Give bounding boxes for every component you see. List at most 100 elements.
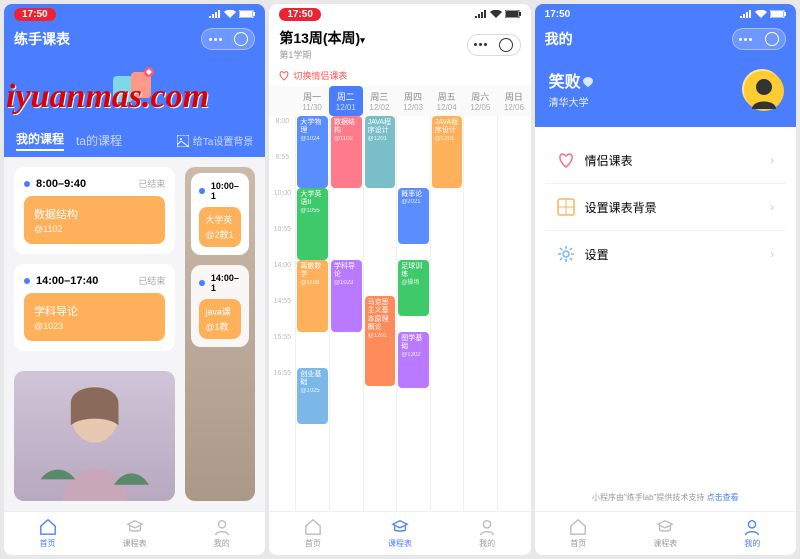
course-block[interactable]: 大学物理@1024 — [297, 116, 328, 188]
set-bg-button[interactable]: 给Ta设置背景 — [177, 133, 254, 148]
day-column — [497, 116, 531, 511]
status-bar: 17:50 — [535, 4, 796, 24]
course-block[interactable]: JAVA程序设计@1201 — [432, 116, 463, 188]
heart-icon — [557, 151, 575, 169]
day-header[interactable]: 周六12/05 — [463, 86, 497, 116]
footer-credit: 小程序由"练手lab"提供技术支持 点击查看 — [535, 484, 796, 511]
semester-label: 第1学期 — [279, 48, 460, 61]
day-column — [463, 116, 497, 511]
nav-item-2[interactable]: 我的 — [178, 512, 265, 555]
nav-item-0[interactable]: 首页 — [4, 512, 91, 555]
nav-item-2[interactable]: 我的 — [444, 512, 531, 555]
status-bar: 17:50 — [269, 4, 530, 24]
day-header[interactable]: 周三12/02 — [363, 86, 397, 116]
battery-icon — [239, 10, 255, 18]
chevron-right-icon: › — [770, 200, 774, 214]
status-icons — [475, 10, 521, 18]
status-bar: 17:50 — [4, 4, 265, 24]
status-time: 17:50 — [14, 8, 56, 21]
course-block[interactable]: 足球训练@操场 — [398, 260, 429, 316]
course-tabs: 我的课程 ta的课程 给Ta设置背景 — [4, 124, 265, 157]
profile-hero: 笑败 清华大学 — [535, 54, 796, 127]
nav-item-1[interactable]: 课程表 — [91, 512, 178, 555]
university-label: 清华大学 — [549, 94, 594, 109]
tab-my-courses[interactable]: 我的课程 — [16, 130, 64, 151]
day-header[interactable]: 周日12/06 — [497, 86, 531, 116]
wifi-icon — [490, 10, 502, 18]
course-block[interactable]: 大学英语II@1055 — [297, 188, 328, 260]
avatar[interactable] — [742, 69, 782, 109]
course-block[interactable]: 离散数学@1108 — [297, 260, 328, 332]
course-block[interactable]: JAVA程序设计@1201 — [365, 116, 396, 188]
day-column: JAVA程序设计@1201 马克思主义基本原理概论@1201 — [363, 116, 397, 511]
course-block[interactable]: 数据结构@1102 — [331, 116, 362, 188]
wifi-icon — [224, 10, 236, 18]
location-icon — [583, 77, 593, 87]
menu-item-heart[interactable]: 情侣课表› — [545, 137, 786, 184]
nav-item-0[interactable]: 首页 — [535, 512, 622, 555]
phone-timetable: 17:50 第13周(本周)▾ 第1学期 切换情侣课表 周一11/30周二12/… — [269, 4, 530, 555]
course-block[interactable]: 马克思主义基本原理概论@1201 — [365, 296, 396, 386]
course-card-small[interactable]: 10:00–1 大学英@2教1 — [191, 173, 249, 255]
nav-item-0[interactable]: 首页 — [269, 512, 356, 555]
day-column: JAVA程序设计@1201 — [430, 116, 464, 511]
day-header[interactable]: 周四12/03 — [396, 86, 430, 116]
page-title: 我的 — [545, 29, 726, 49]
gear-icon — [557, 245, 575, 263]
course-card[interactable]: 8:00–9:40已结束 数据结构@1102 — [14, 167, 175, 254]
menu-item-grid[interactable]: 设置课表背景› — [545, 184, 786, 231]
day-column: 概率论@2021 足球训练@操场图学基础@1302 — [396, 116, 430, 511]
signal-icon — [740, 10, 752, 18]
bottom-nav: 首页课程表我的 — [535, 511, 796, 555]
bottom-nav: 首页课程表我的 — [269, 511, 530, 555]
capsule-menu[interactable] — [732, 28, 786, 50]
settings-list: 情侣课表› 设置课表背景› 设置› — [545, 137, 786, 277]
day-column: 数据结构@1102 学科导论@1023 — [329, 116, 363, 511]
course-block[interactable]: 学科导论@1023 — [331, 260, 362, 332]
status-icons — [209, 10, 255, 18]
day-header[interactable]: 周五12/04 — [430, 86, 464, 116]
header: 第13周(本周)▾ 第1学期 — [269, 24, 530, 65]
wifi-icon — [755, 10, 767, 18]
course-card-small[interactable]: 14:00–1 java课@1教 — [191, 265, 249, 347]
battery-icon — [770, 10, 786, 18]
phone-profile: 17:50 我的 笑败 清华大学 情侣课表› 设置课表背景› 设置› — [535, 4, 796, 555]
signal-icon — [475, 10, 487, 18]
battery-icon — [505, 10, 521, 18]
footer-link[interactable]: 点击查看 — [707, 493, 739, 502]
chevron-right-icon: › — [770, 247, 774, 261]
course-card[interactable]: 14:00–17:40已结束 学科导论@1023 — [14, 264, 175, 351]
watermark: iyuanmas.com — [6, 78, 209, 116]
capsule-menu[interactable] — [467, 34, 521, 56]
nav-item-1[interactable]: 课程表 — [356, 512, 443, 555]
heart-icon — [279, 71, 289, 81]
nav-item-1[interactable]: 课程表 — [622, 512, 709, 555]
day-header[interactable]: 周一11/30 — [295, 86, 329, 116]
status-icons — [740, 10, 786, 18]
header: 我的 — [535, 24, 796, 54]
close-icon[interactable] — [765, 32, 779, 46]
course-block[interactable]: 概率论@2021 — [398, 188, 429, 244]
capsule-menu[interactable] — [201, 28, 255, 50]
user-name: 笑败 — [549, 68, 594, 92]
courses-body: 8:00–9:40已结束 数据结构@1102 14:00–17:40已结束 学科… — [4, 157, 265, 511]
course-block[interactable]: 创业基础@1025 — [297, 368, 328, 424]
grid-icon — [557, 198, 575, 216]
chevron-right-icon: › — [770, 153, 774, 167]
close-icon[interactable] — [499, 38, 513, 52]
course-block[interactable]: 图学基础@1302 — [398, 332, 429, 388]
day-column: 大学物理@1024大学英语II@1055离散数学@1108 创业基础@1025 — [295, 116, 329, 511]
signal-icon — [209, 10, 221, 18]
menu-item-gear[interactable]: 设置› — [545, 231, 786, 277]
bottom-nav: 首页课程表我的 — [4, 511, 265, 555]
day-header[interactable]: 周二12/01 — [329, 86, 363, 116]
week-title[interactable]: 第13周(本周)▾ — [279, 28, 460, 48]
switch-couple-button[interactable]: 切换情侣课表 — [269, 65, 530, 86]
app-title: 练手课表 — [14, 29, 195, 49]
image-icon — [177, 135, 189, 147]
day-headers: 周一11/30周二12/01周三12/02周四12/03周五12/04周六12/… — [269, 86, 530, 116]
nav-item-2[interactable]: 我的 — [709, 512, 796, 555]
timetable-grid: 8:008:5510:0010:5514:0014:5515:5516:55 大… — [269, 116, 530, 511]
tab-ta-courses[interactable]: ta的课程 — [76, 132, 122, 149]
close-icon[interactable] — [234, 32, 248, 46]
